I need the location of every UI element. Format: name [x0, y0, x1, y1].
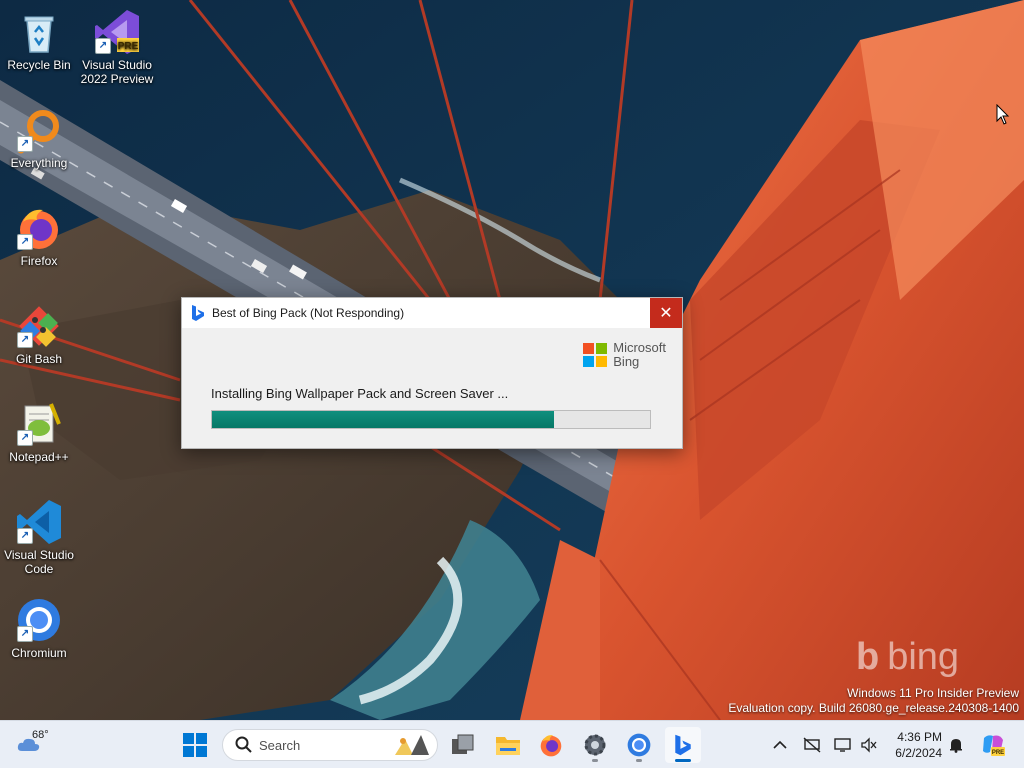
desktop-icon-label: Git Bash [15, 352, 63, 366]
logo-text-microsoft: Microsoft [613, 340, 666, 355]
shortcut-arrow-icon: ↗ [17, 136, 33, 152]
logo-text-bing: Bing [613, 354, 640, 369]
network-disconnected-icon [803, 737, 821, 753]
svg-text:PRE: PRE [118, 41, 139, 52]
settings-gear-icon [584, 734, 606, 756]
mouse-cursor-icon [996, 104, 1010, 125]
desktop-icon-label: Recycle Bin [7, 58, 71, 72]
shortcut-arrow-icon: ↗ [17, 332, 33, 348]
taskbar: 68° Search 4:36 PM 6/2/2024 PRE [0, 720, 1024, 768]
shortcut-arrow-icon: ↗ [17, 430, 33, 446]
everything-icon: ↗ [15, 106, 63, 154]
close-button[interactable]: ✕ [650, 298, 682, 328]
vscode-icon: ↗ [15, 498, 63, 546]
file-explorer-icon [496, 737, 520, 755]
install-progress-bar [211, 410, 651, 429]
desktop-icon-label: Notepad++ [9, 450, 69, 464]
notifications-button[interactable] [946, 735, 966, 755]
progress-fill [212, 411, 554, 428]
taskbar-settings[interactable] [577, 727, 613, 763]
desktop-icon-firefox[interactable]: ↗ Firefox [1, 204, 77, 268]
clock-date: 6/2/2024 [895, 746, 942, 760]
desktop-icon-recycle-bin[interactable]: Recycle Bin [1, 8, 77, 72]
taskbar-firefox[interactable] [533, 727, 569, 763]
weather-temperature: 68° [32, 729, 49, 741]
bing-watermark: b bing [856, 636, 960, 678]
start-button[interactable] [177, 727, 213, 763]
search-icon [235, 736, 252, 753]
desktop-icon-git-bash[interactable]: ↗ Git Bash [1, 302, 77, 366]
recycle-bin-icon [15, 8, 63, 56]
desktop-icon-label: Visual Studio Code [4, 548, 74, 576]
active-indicator [675, 759, 691, 762]
windows-edition-text: Windows 11 Pro Insider Preview [847, 686, 1019, 700]
volume-muted-icon [861, 737, 877, 753]
desktop-icon-notepad-plus-plus[interactable]: ↗ Notepad++ [1, 400, 77, 464]
taskbar-bing-wallpaper[interactable] [665, 727, 701, 763]
desktop-icon-label: Firefox [20, 254, 58, 268]
git-bash-icon: ↗ [15, 302, 63, 350]
dialog-titlebar[interactable]: Best of Bing Pack (Not Responding) ✕ [182, 298, 682, 329]
desktop-icon-label: Everything [10, 156, 68, 170]
build-info-text: Evaluation copy. Build 26080.ge_release.… [728, 701, 1019, 715]
shortcut-arrow-icon: ↗ [17, 528, 33, 544]
shortcut-arrow-icon: ↗ [95, 38, 111, 54]
chevron-up-icon [773, 740, 787, 749]
network-tray-button[interactable] [802, 735, 822, 755]
evaluation-watermark: Windows 11 Pro Insider Preview Evaluatio… [728, 686, 1019, 716]
firefox-icon: ↗ [15, 204, 63, 252]
taskbar-search-box[interactable]: Search [222, 729, 438, 761]
firefox-icon [540, 735, 562, 757]
svg-text:PRE: PRE [992, 750, 1004, 756]
taskbar-chromium[interactable] [621, 727, 657, 763]
volume-tray-button[interactable] [859, 735, 879, 755]
task-view-button[interactable] [445, 727, 481, 763]
shortcut-arrow-icon: ↗ [17, 234, 33, 250]
dialog-body: Microsoft Bing Installing Bing Wallpaper… [182, 329, 682, 448]
installer-dialog[interactable]: Best of Bing Pack (Not Responding) ✕ Mic… [181, 297, 683, 449]
close-icon: ✕ [659, 305, 673, 322]
notepad-plus-plus-icon: ↗ [15, 400, 63, 448]
display-icon [834, 738, 851, 752]
chromium-icon [627, 733, 651, 757]
microsoft-bing-logo: Microsoft Bing [583, 341, 666, 369]
display-tray-button[interactable] [833, 735, 853, 755]
notification-bell-icon [950, 739, 962, 753]
desktop-icon-vscode[interactable]: ↗ Visual Studio Code [1, 498, 77, 576]
shortcut-arrow-icon: ↗ [17, 626, 33, 642]
taskbar-clock[interactable]: 4:36 PM 6/2/2024 [884, 729, 942, 761]
bing-app-icon [192, 305, 204, 321]
desktop-icon-label: Visual Studio 2022 Preview [80, 58, 154, 86]
task-view-icon [452, 734, 474, 754]
install-status-text: Installing Bing Wallpaper Pack and Scree… [211, 386, 509, 401]
weather-widget[interactable]: 68° [16, 729, 49, 760]
running-indicator [636, 759, 642, 762]
desktop-icon-everything[interactable]: ↗ Everything [1, 106, 77, 170]
search-label: Search [259, 737, 301, 753]
copilot-icon: PRE [983, 735, 1005, 756]
running-indicator [592, 759, 598, 762]
desktop-icon-visual-studio[interactable]: PRE ↗ Visual Studio 2022 Preview [79, 8, 155, 86]
search-highlight-icon [395, 735, 429, 755]
taskbar-file-explorer[interactable] [490, 727, 526, 763]
microsoft-logo-icon [583, 343, 608, 367]
clock-time: 4:36 PM [897, 730, 942, 744]
bing-app-icon [675, 734, 691, 756]
desktop-icon-chromium[interactable]: ↗ Chromium [1, 596, 77, 660]
bing-logo-icon: b [856, 636, 880, 678]
dialog-title: Best of Bing Pack (Not Responding) [212, 306, 405, 320]
desktop-icon-label: Chromium [11, 646, 67, 660]
chromium-icon: ↗ [15, 596, 63, 644]
windows-logo-icon [183, 733, 207, 757]
show-hidden-icons-button[interactable] [770, 735, 790, 755]
copilot-button[interactable]: PRE [980, 732, 1006, 758]
visual-studio-icon: PRE ↗ [93, 8, 141, 56]
